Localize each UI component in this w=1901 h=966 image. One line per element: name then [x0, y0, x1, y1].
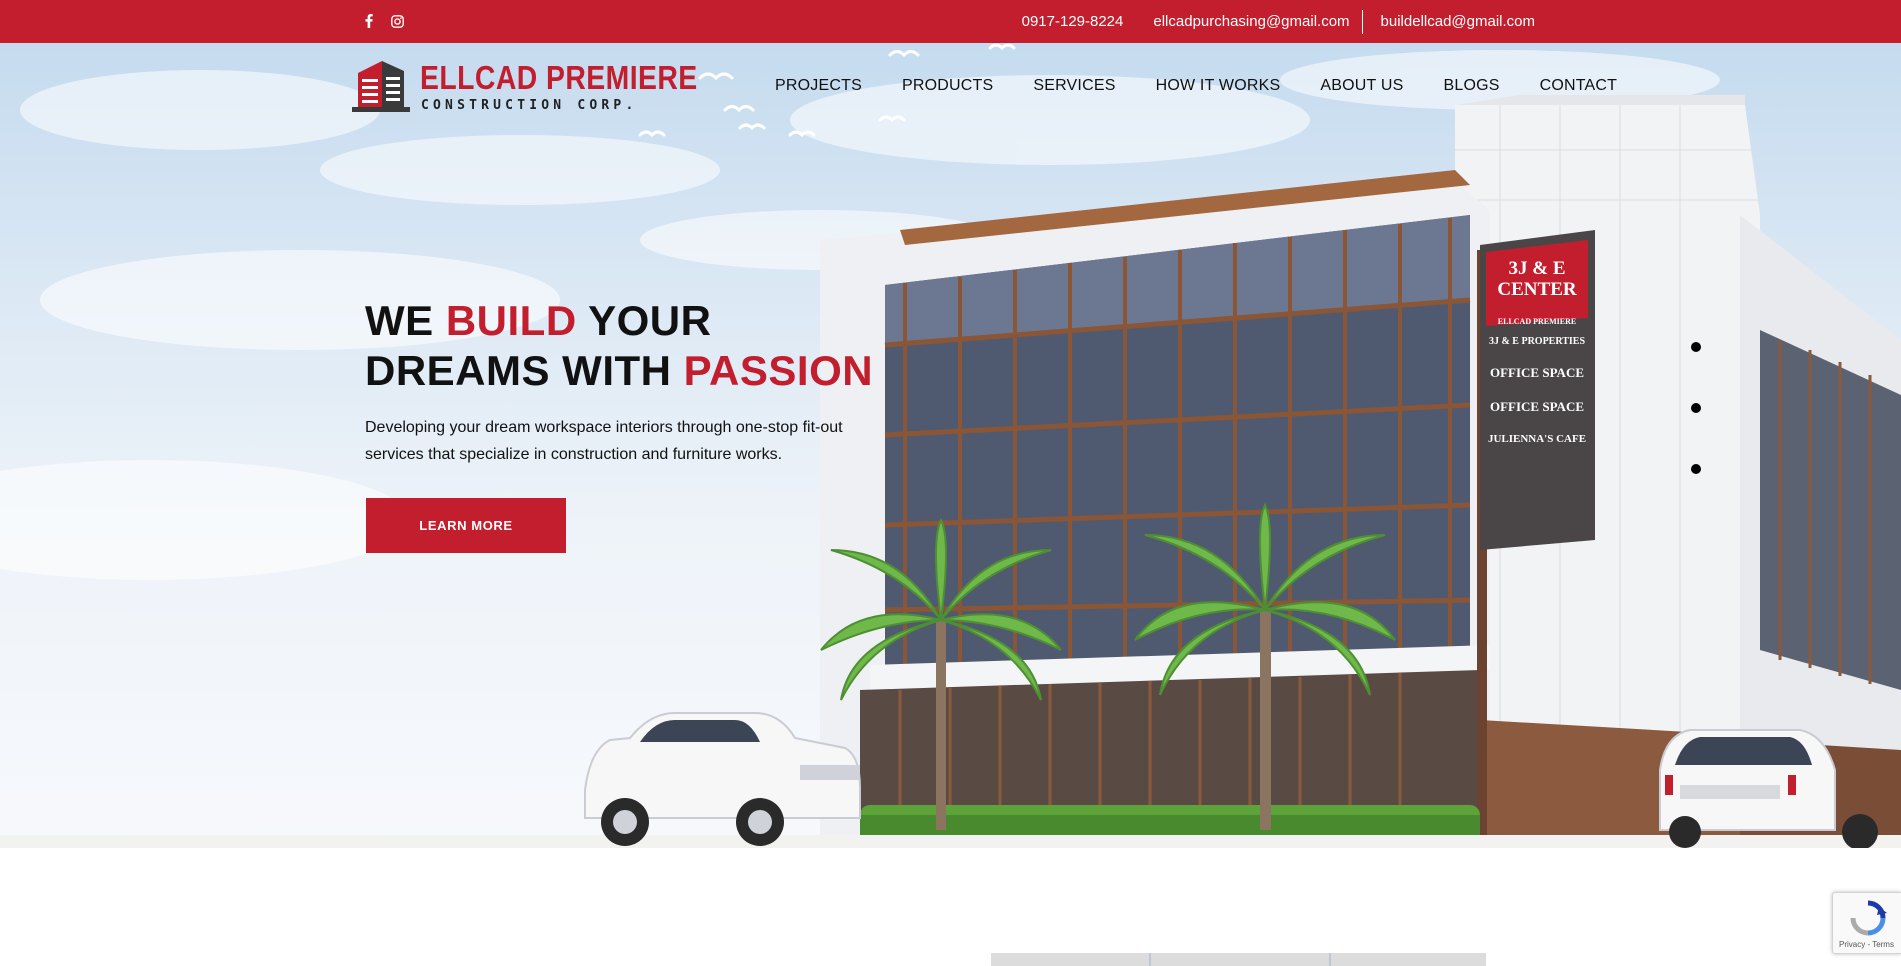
facebook-icon[interactable] — [362, 13, 376, 29]
logo-building-icon — [352, 61, 410, 112]
nav-projects[interactable]: PROJECTS — [775, 77, 862, 95]
building-sign: 3J & E CENTER ELLCAD PREMIERE 3J & E PRO… — [1486, 258, 1588, 446]
contact-info: 0917-129-8224 ellcadpurchasing@gmail.com… — [1022, 0, 1535, 43]
recaptcha-terms[interactable]: Privacy - Terms — [1839, 940, 1894, 949]
top-bar: 0917-129-8224 ellcadpurchasing@gmail.com… — [0, 0, 1901, 43]
image-detail — [1149, 953, 1151, 966]
social-links — [362, 13, 404, 29]
hero-headline: WE BUILD YOUR DREAMS WITH PASSION — [365, 296, 873, 396]
slider-dots — [1691, 342, 1701, 474]
sign-title-2: CENTER — [1497, 279, 1577, 300]
site-logo[interactable]: ELLCAD PREMIERE CONSTRUCTION CORP. — [352, 55, 697, 115]
main-nav: PROJECTS PRODUCTS SERVICES HOW IT WORKS … — [775, 77, 1617, 95]
section-image-preview — [991, 953, 1486, 966]
sign-title-1: 3J & E — [1508, 258, 1566, 279]
headline-text: WE — [365, 297, 446, 344]
contact-divider — [1361, 9, 1363, 34]
instagram-icon[interactable] — [390, 13, 404, 29]
phone-number[interactable]: 0917-129-8224 — [1022, 13, 1124, 30]
recaptcha-badge[interactable]: Privacy - Terms — [1832, 892, 1901, 954]
purchasing-email[interactable]: ellcadpurchasing@gmail.com — [1153, 13, 1349, 30]
hero-description: Developing your dream workspace interior… — [365, 419, 843, 463]
nav-products[interactable]: PRODUCTS — [902, 77, 993, 95]
sign-row: 3J & E PROPERTIES — [1488, 336, 1586, 347]
headline-highlight: PASSION — [683, 347, 874, 394]
learn-more-button[interactable]: LEARN MORE — [366, 498, 566, 553]
logo-name: ELLCAD PREMIERE — [420, 59, 698, 96]
build-email[interactable]: buildellcad@gmail.com — [1381, 13, 1535, 30]
hero-background-illustration — [0, 43, 1901, 848]
headline-text: DREAMS WITH — [365, 347, 684, 394]
headline-text: YOUR — [576, 297, 712, 344]
nav-contact[interactable]: CONTACT — [1540, 77, 1618, 95]
sign-row: OFFICE SPACE — [1489, 365, 1584, 380]
sign-row: ELLCAD PREMIERE — [1497, 317, 1577, 326]
hero-section: 3J & E CENTER ELLCAD PREMIERE 3J & E PRO… — [0, 43, 1901, 848]
nav-services[interactable]: SERVICES — [1033, 77, 1115, 95]
sign-row: JULIENNA'S CAFE — [1487, 433, 1587, 445]
recaptcha-icon — [1850, 900, 1887, 936]
slider-dot[interactable] — [1691, 464, 1701, 474]
nav-about-us[interactable]: ABOUT US — [1320, 77, 1403, 95]
slider-dot[interactable] — [1691, 342, 1701, 352]
logo-subtitle: CONSTRUCTION CORP. — [421, 98, 638, 113]
slider-dot[interactable] — [1691, 403, 1701, 413]
nav-how-it-works[interactable]: HOW IT WORKS — [1156, 77, 1281, 95]
headline-highlight: BUILD — [445, 297, 577, 344]
nav-blogs[interactable]: BLOGS — [1443, 77, 1499, 95]
sign-row: OFFICE SPACE — [1489, 399, 1584, 414]
image-detail — [1329, 953, 1331, 966]
